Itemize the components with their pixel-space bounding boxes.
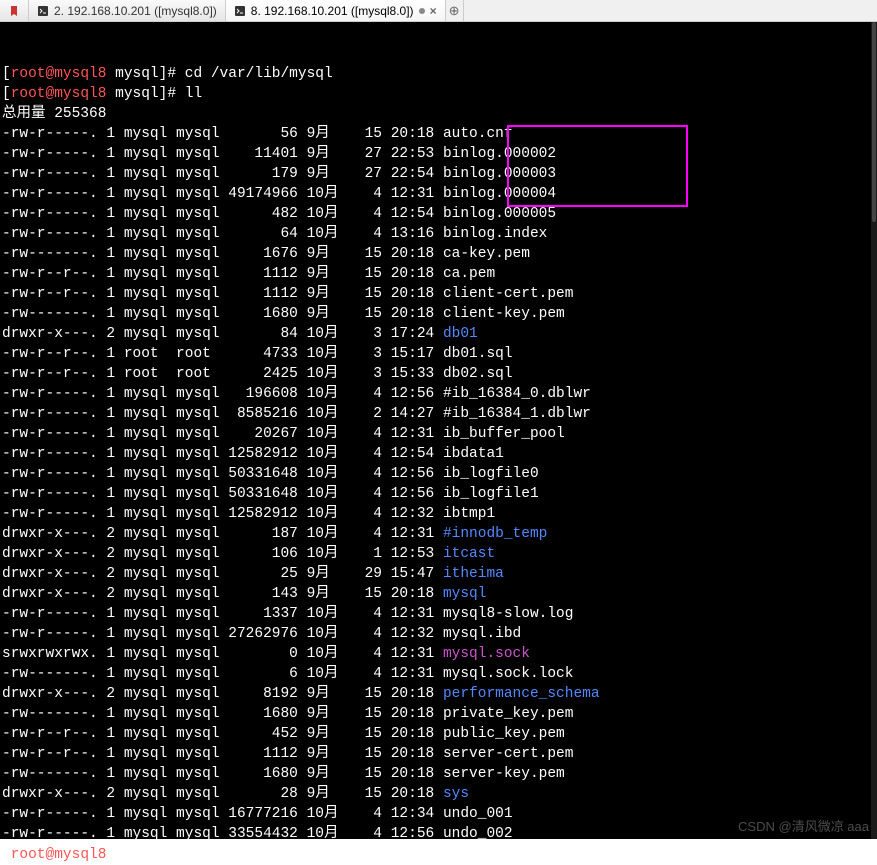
file-row: -rw-r-----. 1 mysql mysql 12582912 10月 4… [2, 444, 875, 464]
file-row: -rw-------. 1 mysql mysql 1680 9月 15 20:… [2, 764, 875, 784]
file-row: -rw-------. 1 mysql mysql 1676 9月 15 20:… [2, 244, 875, 264]
file-row: -rw-r--r--. 1 mysql mysql 1112 9月 15 20:… [2, 744, 875, 764]
file-row: -rw-------. 1 mysql mysql 6 10月 4 12:31 … [2, 664, 875, 684]
file-row: -rw-------. 1 mysql mysql 1680 9月 15 20:… [2, 304, 875, 324]
prompt-line: [root@mysql8 mysql]# ll [2, 84, 875, 104]
tab-session-8[interactable]: 8. 192.168.10.201 ([mysql8.0]) × [226, 0, 446, 21]
file-row: -rw-r-----. 1 mysql mysql 50331648 10月 4… [2, 484, 875, 504]
tab-label: 2. 192.168.10.201 ([mysql8.0]) [54, 4, 217, 18]
terminal-icon [37, 5, 49, 17]
file-row: -rw-r-----. 1 mysql mysql 1337 10月 4 12:… [2, 604, 875, 624]
file-row: -rw-r-----. 1 mysql mysql 8585216 10月 2 … [2, 404, 875, 424]
watermark: CSDN @清风微凉 aaa [738, 816, 869, 835]
tab-bar: 2. 192.168.10.201 ([mysql8.0]) 8. 192.16… [0, 0, 877, 22]
file-row: drwxr-x---. 2 mysql mysql 8192 9月 15 20:… [2, 684, 875, 704]
file-row: -rw-r-----. 1 mysql mysql 12582912 10月 4… [2, 504, 875, 524]
tab-new-button[interactable]: ⊕ [446, 0, 464, 21]
file-row: -rw-r--r--. 1 mysql mysql 1112 9月 15 20:… [2, 264, 875, 284]
prompt-line: [root@mysql8 mysql]# cd /var/lib/mysql [2, 64, 875, 84]
file-row: srwxrwxrwx. 1 mysql mysql 0 10月 4 12:31 … [2, 644, 875, 664]
file-row: drwxr-x---. 2 mysql mysql 84 10月 3 17:24… [2, 324, 875, 344]
file-row: -rw-r-----. 1 mysql mysql 27262976 10月 4… [2, 624, 875, 644]
file-row: -rw-r--r--. 1 mysql mysql 1112 9月 15 20:… [2, 284, 875, 304]
file-row: -rw-r-----. 1 mysql mysql 50331648 10月 4… [2, 464, 875, 484]
prompt-line[interactable]: [root@mysql8 mysql]# [2, 844, 875, 864]
file-row: -rw-r-----. 1 mysql mysql 64 10月 4 13:16… [2, 224, 875, 244]
bookmark-icon [8, 5, 20, 17]
file-row: drwxr-x---. 2 mysql mysql 25 9月 29 15:47… [2, 564, 875, 584]
tab-pin[interactable] [0, 0, 29, 21]
file-row: drwxr-x---. 2 mysql mysql 143 9月 15 20:1… [2, 584, 875, 604]
file-row: drwxr-x---. 2 mysql mysql 187 10月 4 12:3… [2, 524, 875, 544]
tab-label: 8. 192.168.10.201 ([mysql8.0]) [251, 4, 414, 18]
file-row: -rw-r-----. 1 mysql mysql 179 9月 27 22:5… [2, 164, 875, 184]
file-row: -rw-r--r--. 1 root root 2425 10月 3 15:33… [2, 364, 875, 384]
terminal-output[interactable]: [root@mysql8 mysql]# cd /var/lib/mysql[r… [0, 22, 877, 839]
file-row: -rw-r--r--. 1 root root 4733 10月 3 15:17… [2, 344, 875, 364]
terminal-icon [234, 5, 246, 17]
total-line: 总用量 255368 [2, 104, 875, 124]
file-row: -rw-r-----. 1 mysql mysql 11401 9月 27 22… [2, 144, 875, 164]
file-row: -rw-r-----. 1 mysql mysql 482 10月 4 12:5… [2, 204, 875, 224]
file-row: -rw-r-----. 1 mysql mysql 20267 10月 4 12… [2, 424, 875, 444]
file-row: drwxr-x---. 2 mysql mysql 28 9月 15 20:18… [2, 784, 875, 804]
file-row: -rw-r-----. 1 mysql mysql 49174966 10月 4… [2, 184, 875, 204]
scrollbar-thumb[interactable] [872, 22, 876, 222]
close-icon[interactable]: × [430, 4, 437, 18]
file-row: drwxr-x---. 2 mysql mysql 106 10月 1 12:5… [2, 544, 875, 564]
file-row: -rw-r--r--. 1 mysql mysql 452 9月 15 20:1… [2, 724, 875, 744]
file-row: -rw-r-----. 1 mysql mysql 56 9月 15 20:18… [2, 124, 875, 144]
pin-icon[interactable] [419, 8, 425, 14]
file-row: -rw-r-----. 1 mysql mysql 196608 10月 4 1… [2, 384, 875, 404]
file-row: -rw-------. 1 mysql mysql 1680 9月 15 20:… [2, 704, 875, 724]
tab-session-2[interactable]: 2. 192.168.10.201 ([mysql8.0]) [29, 0, 226, 21]
